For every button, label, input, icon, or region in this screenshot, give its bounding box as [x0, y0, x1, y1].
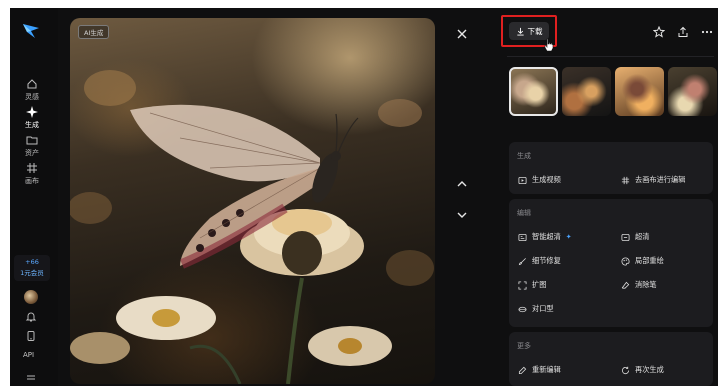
- left-sidebar: 灵感 生成 资产 画布 +66 1元会员 API: [10, 8, 58, 386]
- expand-image-button[interactable]: 扩图: [518, 280, 546, 290]
- action-label: 生成视频: [532, 175, 561, 184]
- right-panel: 下载 生成 生成视频 去画布进行编辑 编辑 智能超清 ✦ 超清 细节修复 局部重…: [501, 8, 718, 386]
- folder-icon: [26, 136, 38, 145]
- re-edit-button[interactable]: 重新编辑: [518, 365, 561, 375]
- section-title: 编辑: [517, 209, 531, 217]
- canvas-grid-icon: [621, 176, 630, 184]
- section-more: 更多 重新编辑 再次生成: [509, 332, 713, 386]
- brush-icon: [518, 257, 526, 265]
- sidebar-item-label: 资产: [25, 149, 39, 157]
- expand-icon: [518, 280, 527, 290]
- section-title: 更多: [517, 342, 531, 350]
- detail-repair-button[interactable]: 细节修复: [518, 256, 561, 266]
- section-title: 生成: [517, 152, 531, 160]
- action-label: 局部重绘: [635, 256, 664, 265]
- points-count: +66: [25, 258, 39, 266]
- thumbnail-1[interactable]: [509, 67, 558, 116]
- sidebar-item-label: 灵感: [25, 93, 39, 101]
- sparkle-icon: [26, 106, 38, 118]
- hd-box-icon: [621, 233, 630, 241]
- generated-image: AI生成: [70, 18, 435, 384]
- menu-icon[interactable]: [25, 373, 37, 385]
- palette-icon: [621, 256, 630, 266]
- chevron-up-icon[interactable]: [456, 178, 468, 190]
- thumbnail-strip: [509, 67, 717, 116]
- chevron-down-icon[interactable]: [456, 209, 468, 221]
- section-generate: 生成 生成视频 去画布进行编辑: [509, 142, 713, 194]
- action-label: 重新编辑: [532, 365, 561, 374]
- edit-icon: [518, 366, 527, 374]
- download-icon: [516, 27, 524, 36]
- download-label: 下载: [527, 26, 543, 36]
- home-icon: [27, 79, 37, 89]
- smart-upscale-button[interactable]: 智能超清 ✦: [518, 232, 572, 242]
- sidebar-item-label: 生成: [25, 121, 39, 129]
- app-window: 灵感 生成 资产 画布 +66 1元会员 API AI生成 下载 生成 生成视频…: [10, 8, 718, 386]
- edit-on-canvas-button[interactable]: 去画布进行编辑: [621, 175, 685, 185]
- more-icon[interactable]: [701, 26, 713, 38]
- regenerate-button[interactable]: 再次生成: [621, 365, 664, 375]
- generate-video-button[interactable]: 生成视频: [518, 175, 561, 185]
- eraser-button[interactable]: 消除笔: [621, 280, 657, 290]
- action-label: 消除笔: [635, 280, 657, 289]
- action-label: 再次生成: [635, 365, 664, 374]
- hand-cursor-icon: [544, 38, 554, 52]
- bell-icon[interactable]: [25, 311, 37, 323]
- app-logo-icon[interactable]: [21, 22, 41, 40]
- star-icon[interactable]: [653, 26, 665, 38]
- lip-sync-icon: [518, 306, 527, 312]
- sidebar-item-generate[interactable]: 生成: [10, 106, 54, 130]
- action-label: 对口型: [532, 304, 554, 313]
- inpaint-button[interactable]: 局部重绘: [621, 256, 664, 266]
- sidebar-item-assets[interactable]: 资产: [10, 134, 54, 158]
- thumbnail-3[interactable]: [615, 67, 664, 116]
- ai-generated-tag: AI生成: [78, 25, 110, 39]
- phone-icon[interactable]: [25, 330, 37, 342]
- action-label: 扩图: [532, 280, 547, 289]
- sidebar-item-inspiration[interactable]: 灵感: [10, 78, 54, 102]
- api-link[interactable]: API: [23, 351, 34, 359]
- membership-badge[interactable]: +66 1元会员: [14, 255, 50, 281]
- sidebar-item-canvas[interactable]: 画布: [10, 162, 54, 186]
- sidebar-item-label: 画布: [25, 177, 39, 185]
- eraser-icon: [621, 281, 630, 289]
- membership-label: 1元会员: [20, 269, 44, 277]
- action-label: 超清: [635, 232, 650, 241]
- panel-divider: [507, 56, 714, 57]
- thumbnail-4[interactable]: [668, 67, 717, 116]
- avatar[interactable]: [24, 290, 38, 304]
- lip-sync-button[interactable]: 对口型: [518, 304, 554, 314]
- close-icon[interactable]: [456, 28, 468, 40]
- upscale-button[interactable]: 超清: [621, 232, 649, 242]
- action-label: 细节修复: [532, 256, 561, 265]
- canvas-grid-icon: [27, 163, 37, 173]
- refresh-icon: [621, 366, 630, 374]
- butterfly-image: [70, 70, 434, 384]
- video-play-icon: [518, 176, 527, 184]
- action-label: 去画布进行编辑: [635, 175, 686, 184]
- share-upload-icon[interactable]: [677, 26, 689, 38]
- sparkle-icon: ✦: [565, 233, 572, 241]
- action-label: 智能超清: [532, 232, 561, 241]
- hd-icon: [518, 233, 527, 241]
- section-edit: 编辑 智能超清 ✦ 超清 细节修复 局部重绘 扩图 消除笔 对口型: [509, 199, 713, 327]
- thumbnail-2[interactable]: [562, 67, 611, 116]
